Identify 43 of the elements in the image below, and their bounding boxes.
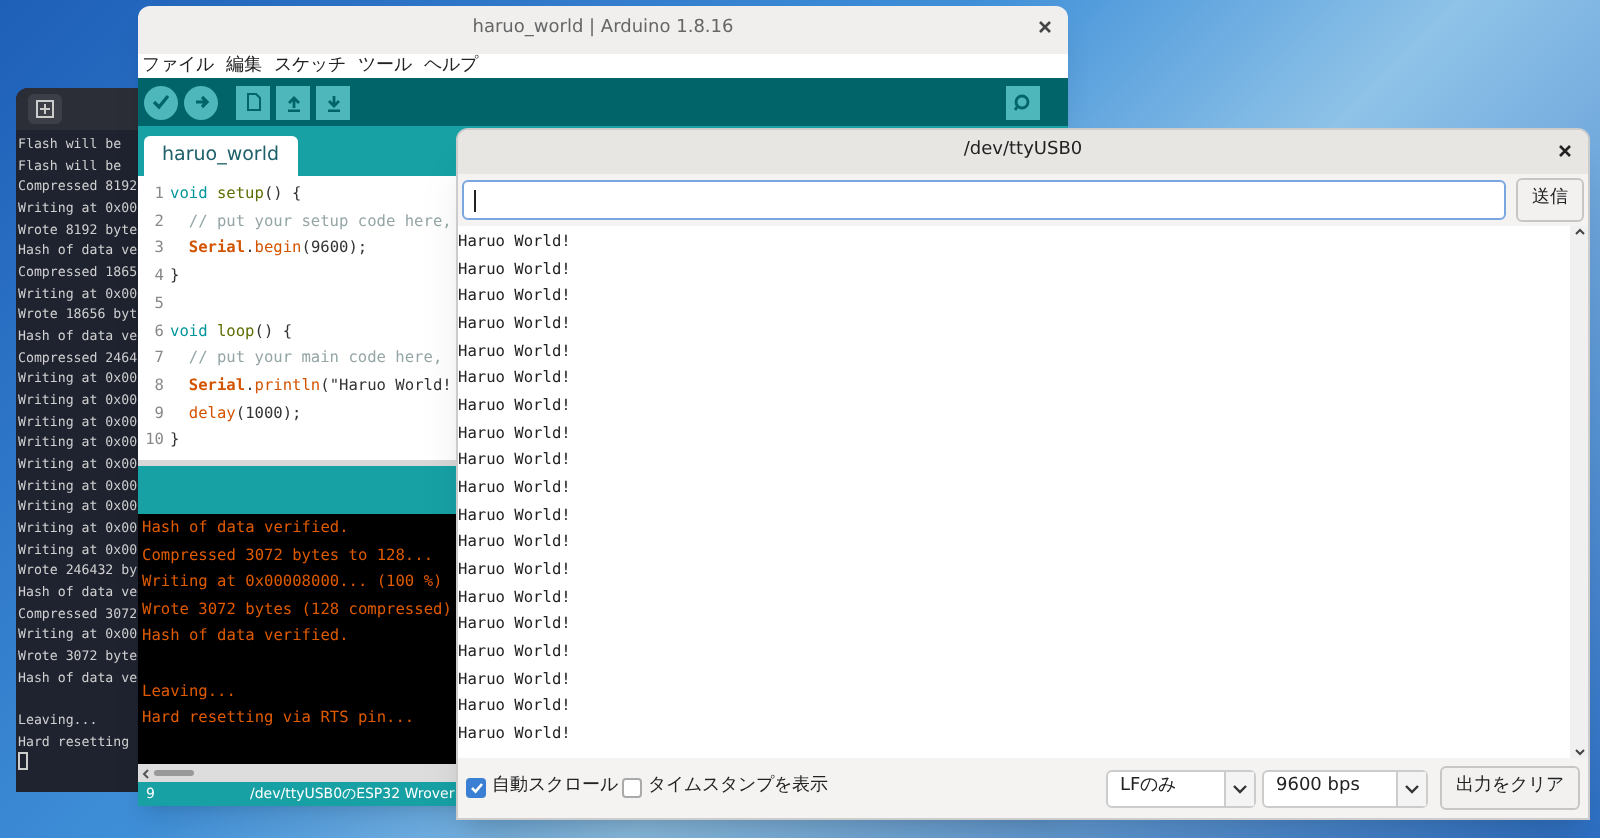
terminal-cursor [18, 752, 28, 771]
file-tab[interactable]: haruo_world [144, 136, 297, 176]
magnifier-icon [1013, 92, 1033, 112]
arrow-down-icon [325, 93, 341, 111]
chevron-down-icon [1404, 783, 1420, 793]
checkbox-label: タイムスタンプを表示 [648, 774, 828, 801]
menu-item[interactable]: ファイル [142, 57, 214, 75]
menu-item[interactable]: ツール [358, 57, 412, 75]
line-ending-select[interactable]: LFのみ [1106, 769, 1256, 807]
close-icon [1038, 20, 1052, 34]
chevron-down-icon [1232, 783, 1248, 793]
window-title: /dev/ttyUSB0 [963, 138, 1083, 165]
serial-monitor-button[interactable] [1006, 85, 1040, 119]
checkbox[interactable] [466, 778, 486, 798]
new-tab-button[interactable] [28, 94, 62, 124]
save-button[interactable] [316, 85, 350, 119]
checkmark-icon [152, 94, 170, 110]
menu-item[interactable]: 編集 [226, 57, 262, 75]
window-title: haruo_world | Arduino 1.8.16 [472, 16, 734, 43]
vertical-scrollbar[interactable] [1570, 226, 1588, 758]
close-icon [1558, 144, 1572, 158]
scrollbar-thumb[interactable] [154, 770, 194, 776]
open-button[interactable] [276, 85, 310, 119]
menu-item[interactable]: スケッチ [274, 57, 346, 75]
message-input-field[interactable] [462, 180, 1506, 220]
checkbox-label: 自動スクロール [492, 774, 618, 801]
verify-button[interactable] [144, 85, 178, 119]
arrow-up-icon [285, 93, 301, 111]
upload-button[interactable] [184, 85, 218, 119]
scroll-left-icon[interactable] [142, 767, 150, 779]
send-button[interactable]: 送信 [1516, 178, 1584, 222]
clear-output-button[interactable]: 出力をクリア [1440, 766, 1580, 810]
menu-item[interactable]: ヘルプ [424, 57, 478, 75]
chevron-down-icon[interactable] [1573, 748, 1585, 756]
chevron-up-icon[interactable] [1573, 228, 1585, 236]
new-button[interactable] [236, 85, 270, 119]
document-icon [245, 92, 261, 112]
close-button[interactable] [1558, 144, 1572, 158]
plus-icon [36, 100, 54, 118]
arrow-right-icon [193, 94, 209, 110]
close-button[interactable] [1038, 20, 1052, 34]
checkbox[interactable] [622, 778, 642, 798]
baud-rate-select[interactable]: 9600 bps [1262, 769, 1428, 807]
